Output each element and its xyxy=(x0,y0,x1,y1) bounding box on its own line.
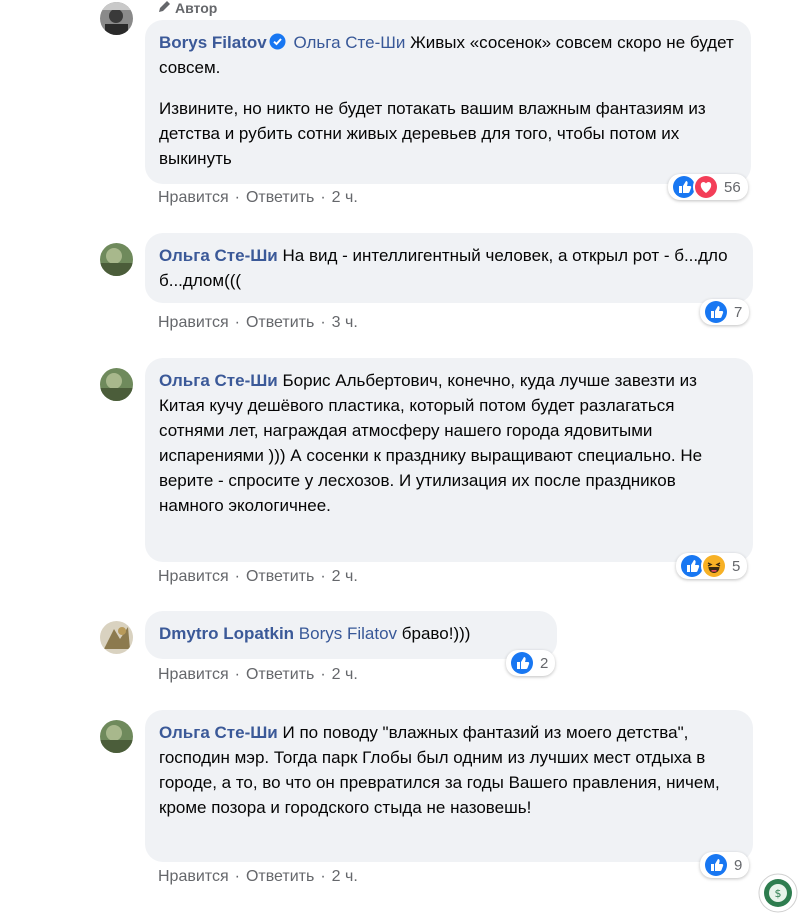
comment-text: Ольга Сте-Ши На вид - интеллигентный чел… xyxy=(159,243,739,293)
like-icon xyxy=(703,299,729,325)
timestamp[interactable]: 2 ч. xyxy=(332,666,358,684)
comment-bubble: Ольга Сте-Ши Борис Альбертович, конечно,… xyxy=(145,358,753,562)
comment-text: Ольга Сте-Ши Борис Альбертович, конечно,… xyxy=(159,368,739,518)
comment-text: Borys Filatov Ольга Сте-Ши Живых «сосено… xyxy=(159,30,737,80)
reactions-summary[interactable]: 56 xyxy=(668,174,748,200)
avatar[interactable] xyxy=(100,621,133,654)
separator: · xyxy=(234,314,240,331)
comment-paragraph: браво!))) xyxy=(401,624,471,643)
separator: · xyxy=(234,189,240,206)
love-icon xyxy=(693,174,719,200)
reaction-count: 5 xyxy=(732,557,741,575)
like-icon xyxy=(703,852,729,878)
comment-bubble: Borys Filatov Ольга Сте-Ши Живых «сосено… xyxy=(145,20,751,184)
timestamp[interactable]: 2 ч. xyxy=(332,189,358,207)
author-badge: Автор xyxy=(158,0,217,16)
comment-bubble: Ольга Сте-Ши На вид - интеллигентный чел… xyxy=(145,233,753,303)
svg-text:$: $ xyxy=(775,887,782,900)
like-button[interactable]: Нравится xyxy=(158,666,229,684)
separator: · xyxy=(320,189,326,206)
comment-author[interactable]: Ольга Сте-Ши xyxy=(159,371,278,390)
reply-button[interactable]: Ответить xyxy=(246,568,314,586)
verified-badge-icon xyxy=(269,32,286,50)
author-badge-label: Автор xyxy=(175,0,218,16)
comment-text: Ольга Сте-Ши И по поводу "влажных фантаз… xyxy=(159,720,739,820)
separator: · xyxy=(234,568,240,585)
separator: · xyxy=(234,666,240,683)
comment-author[interactable]: Dmytro Lopatkin xyxy=(159,624,294,643)
reply-button[interactable]: Ответить xyxy=(246,666,314,684)
comment-actions: Нравится · Ответить · 2 ч. xyxy=(158,868,358,886)
comment-actions: Нравится · Ответить · 2 ч. xyxy=(158,568,358,586)
avatar[interactable] xyxy=(100,2,133,35)
reaction-count: 9 xyxy=(734,856,743,874)
chat-heads-icon[interactable]: $ xyxy=(758,873,798,913)
separator: · xyxy=(320,314,326,331)
reply-button[interactable]: Ответить xyxy=(246,189,314,207)
separator: · xyxy=(234,868,240,885)
pencil-icon xyxy=(158,0,171,16)
comment-actions: Нравится · Ответить · 2 ч. xyxy=(158,189,358,207)
mention-link[interactable]: Ольга Сте-Ши xyxy=(293,33,405,52)
comment-actions: Нравится · Ответить · 3 ч. xyxy=(158,314,358,332)
mention-link[interactable]: Borys Filatov xyxy=(299,624,397,643)
separator: · xyxy=(320,568,326,585)
like-button[interactable]: Нравится xyxy=(158,568,229,586)
reaction-count: 56 xyxy=(724,178,741,196)
comment-bubble: Ольга Сте-Ши И по поводу "влажных фантаз… xyxy=(145,710,753,862)
reactions-summary[interactable]: 9 xyxy=(700,852,750,878)
comment-actions: Нравится · Ответить · 2 ч. xyxy=(158,666,358,684)
like-button[interactable]: Нравится xyxy=(158,314,229,332)
like-button[interactable]: Нравится xyxy=(158,868,229,886)
avatar[interactable] xyxy=(100,368,133,401)
separator: · xyxy=(320,868,326,885)
separator: · xyxy=(320,666,326,683)
reactions-summary[interactable]: 2 xyxy=(506,650,556,676)
comment-bubble: Dmytro Lopatkin Borys Filatov браво!))) xyxy=(145,611,557,659)
reaction-count: 7 xyxy=(734,303,743,321)
reactions-summary[interactable]: 7 xyxy=(700,299,750,325)
reply-button[interactable]: Ответить xyxy=(246,314,314,332)
timestamp[interactable]: 2 ч. xyxy=(332,868,358,886)
avatar[interactable] xyxy=(100,243,133,276)
timestamp[interactable]: 2 ч. xyxy=(332,568,358,586)
comment-author[interactable]: Borys Filatov xyxy=(159,33,267,52)
comment-author[interactable]: Ольга Сте-Ши xyxy=(159,723,278,742)
reaction-count: 2 xyxy=(540,654,549,672)
timestamp[interactable]: 3 ч. xyxy=(332,314,358,332)
avatar[interactable] xyxy=(100,720,133,753)
reactions-summary[interactable]: 5 xyxy=(676,553,748,579)
comment-author[interactable]: Ольга Сте-Ши xyxy=(159,246,278,265)
haha-icon xyxy=(701,553,727,579)
comment-paragraph: Извините, но никто не будет потакать ваш… xyxy=(159,99,706,168)
reply-button[interactable]: Ответить xyxy=(246,868,314,886)
like-icon xyxy=(509,650,535,676)
comment-text: Dmytro Lopatkin Borys Filatov браво!))) xyxy=(159,621,543,646)
comment-paragraph: Борис Альбертович, конечно, куда лучше з… xyxy=(159,371,703,515)
like-button[interactable]: Нравится xyxy=(158,189,229,207)
